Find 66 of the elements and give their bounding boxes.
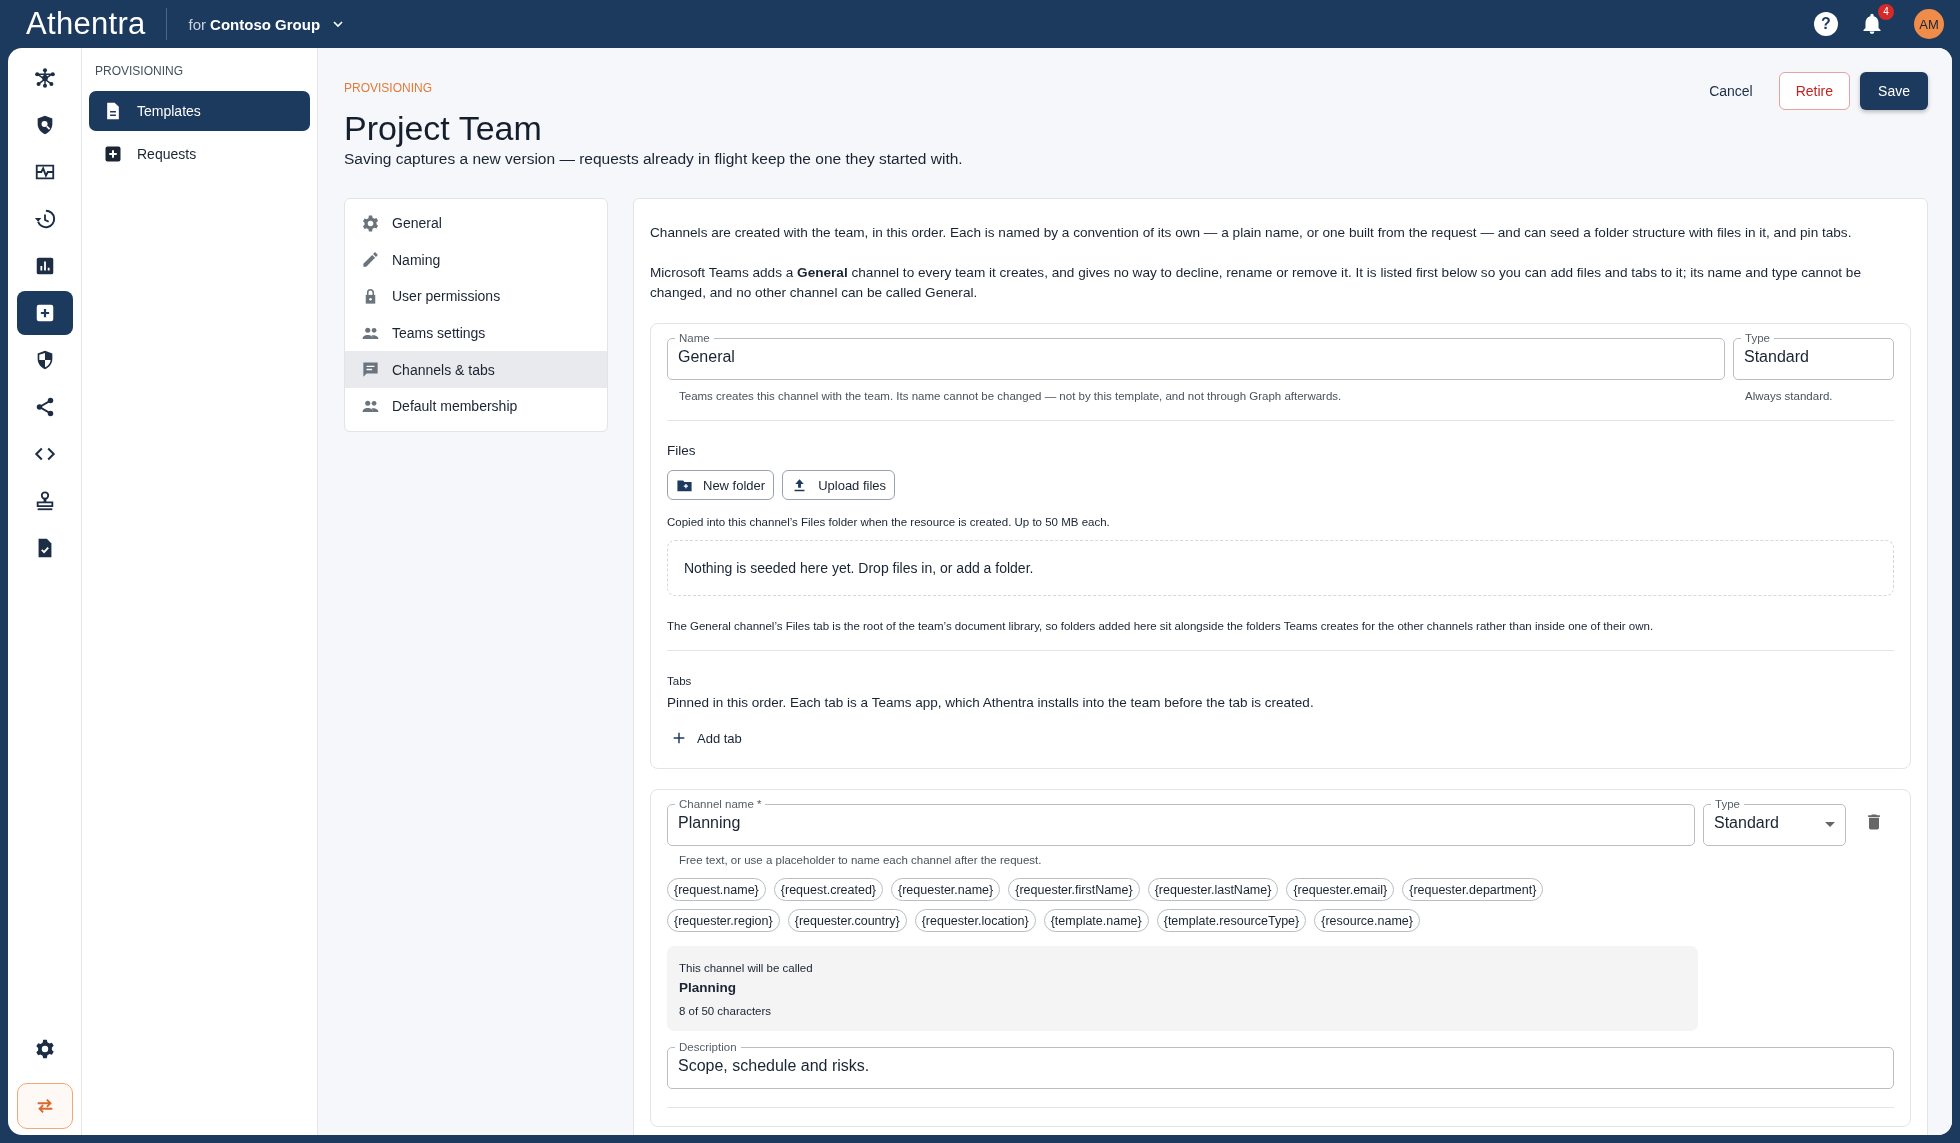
channel-name-help-text: Free text, or use a placeholder to name each channel after the request.: [678, 854, 1043, 866]
tabs-help-text: Pinned in this order. Each tab is a Teams app, which Athentra installs into the team before the tab is created.: [667, 695, 1315, 710]
type-dropdown[interactable]: Type Standard: [1703, 798, 1846, 846]
placeholder-chip[interactable]: {requester.department}: [1402, 878, 1544, 901]
gear-icon: [361, 213, 380, 233]
sidebar-item[interactable]: Requests: [89, 134, 310, 174]
section-nav-item[interactable]: Channels & tabs: [345, 351, 607, 388]
page-title: Project Team: [344, 109, 543, 148]
files-note: The General channel’s Files tab is the root of the team’s document library, so folders added here sit alongside the folders Teams creates for the other channels rather than inside one of their own.: [667, 620, 1655, 632]
dropdown-caret-icon: [1825, 821, 1835, 827]
hub-icon: [33, 67, 56, 89]
character-count: 8 of 50 characters: [679, 1005, 773, 1017]
cancel-link[interactable]: Cancel: [1693, 72, 1769, 110]
add-tab-button[interactable]: Add tab: [667, 726, 746, 750]
page-subtitle: Saving captures a new version — requests already in flight keep the one they started with.: [344, 150, 963, 168]
sidebar-heading: PROVISIONING: [94, 63, 184, 80]
placeholder-chip[interactable]: {template.name}: [1043, 909, 1149, 932]
sidebar-item[interactable]: Templates: [89, 91, 310, 131]
placeholder-chip[interactable]: {requester.country}: [787, 909, 907, 932]
description-field[interactable]: Description Scope, schedule and risks.: [667, 1041, 1894, 1089]
section-nav-item[interactable]: User permissions: [345, 278, 607, 315]
section-nav-item[interactable]: Default membership: [345, 387, 607, 425]
plus-icon: [671, 730, 687, 746]
empty-state-text: Nothing is seeded here yet. Drop files in, or add a folder.: [684, 560, 1034, 576]
history-icon: [33, 208, 56, 230]
placeholder-chip[interactable]: {requester.location}: [914, 909, 1036, 932]
section-nav-item[interactable]: Teams settings: [345, 314, 607, 352]
organization-switcher[interactable]: for Contoso Group: [188, 15, 347, 33]
user-avatar[interactable]: AM: [1914, 9, 1944, 39]
channel-name-field[interactable]: Channel name * Planning: [667, 798, 1695, 846]
pencil-icon: [361, 250, 380, 270]
save-button[interactable]: Save: [1860, 72, 1928, 110]
placeholder-chip[interactable]: {request.name}: [667, 878, 766, 901]
type-field[interactable]: Type Standard: [1733, 332, 1894, 380]
name-help-text: Teams creates this channel with the team. Its name cannot be changed — not by this template, and not through Graph afterwards.: [678, 390, 1343, 402]
placeholder-chip[interactable]: {requester.region}: [667, 909, 780, 932]
breadcrumb: PROVISIONING: [344, 81, 433, 95]
placeholder-chip[interactable]: {requester.firstName}: [1008, 878, 1140, 901]
name-field[interactable]: Name General: [667, 332, 1725, 380]
preview-name: Planning: [679, 980, 737, 995]
retire-button[interactable]: Retire: [1778, 72, 1851, 110]
settings-icon: [33, 1038, 56, 1060]
placeholder-chip[interactable]: {requester.lastName}: [1147, 878, 1279, 901]
section-nav-item[interactable]: Naming: [345, 241, 607, 279]
notification-count-badge: 4: [1878, 4, 1894, 20]
upload-files-button[interactable]: Upload files: [782, 470, 896, 500]
help-button[interactable]: ?: [1814, 12, 1838, 36]
nav-rail-item[interactable]: [16, 291, 73, 335]
logo: Athentra: [26, 6, 146, 42]
section-nav-item[interactable]: General: [345, 205, 607, 242]
placeholder-chip[interactable]: {requester.email}: [1286, 878, 1395, 901]
placeholder-chip[interactable]: {resource.name}: [1314, 909, 1420, 932]
placeholder-chip[interactable]: {requester.name}: [891, 878, 1001, 901]
type-help-text: Always standard.: [1744, 390, 1834, 402]
intro-text: Channels are created with the team, in this order. Each is named by a convention of its own — a plain name, or one built from the request — and can seed a folder structure with files in it, and pin tabs.: [650, 224, 1853, 242]
files-help-text: Copied into this channel’s Files folder when the resource is created. Up to 50 MB each.: [667, 516, 1111, 528]
plus-icon: [103, 144, 123, 164]
placeholder-chip[interactable]: {template.resourceType}: [1156, 909, 1307, 932]
preview-label: This channel will be called: [679, 962, 814, 974]
intro-text: Microsoft Teams adds a General channel to every team it creates, and gives no way to decline, rename or remove it. It is listed first below so you can add files and tabs to it; its name and type cannot be changed, and no other channel can be called General.: [650, 264, 1862, 302]
new-folder-button[interactable]: New folder: [667, 470, 775, 500]
files-heading: Files: [667, 443, 697, 458]
switch-button[interactable]: [16, 1083, 73, 1129]
file-drop-zone[interactable]: Nothing is seeded here yet. Drop files in, or add a folder.: [667, 540, 1894, 596]
tabs-heading: Tabs: [667, 675, 693, 687]
placeholder-chip[interactable]: {request.created}: [773, 878, 883, 901]
